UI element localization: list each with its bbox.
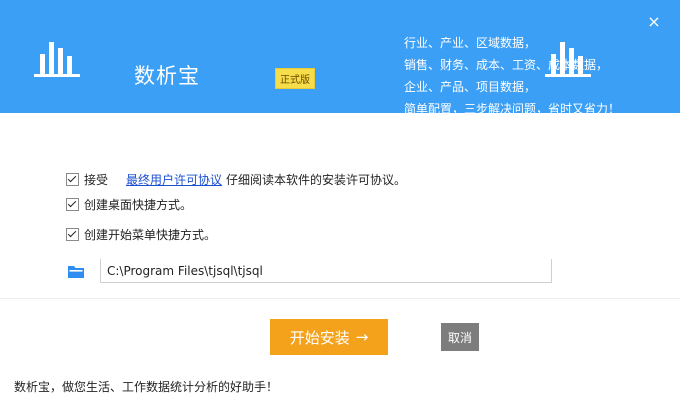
slogan-line: 简单配置，三步解决问题，省时又省力！ [404, 102, 621, 113]
desktop-shortcut-checkbox[interactable] [66, 198, 79, 211]
footer-tagline: 数析宝，做您生活、工作数据统计分析的好助手！ [14, 380, 279, 394]
arrow-right-icon: → [355, 328, 369, 346]
start-install-button[interactable]: 开始安装 → [270, 319, 388, 355]
slogan-line: 企业、产品、项目数据， [404, 80, 537, 94]
installer-body: 接受 最终用户许可协议 仔细阅读本软件的安装许可协议。 创建桌面快捷方式。 创建… [0, 113, 680, 406]
desktop-shortcut-label: 创建桌面快捷方式。 [84, 198, 193, 212]
desktop-shortcut-option[interactable]: 创建桌面快捷方式。 [66, 196, 192, 213]
divider [0, 298, 680, 299]
accept-license-option[interactable]: 接受 最终用户许可协议 仔细阅读本软件的安装许可协议。 [66, 171, 406, 188]
accept-license-checkbox[interactable] [66, 173, 79, 186]
bar-chart-logo-icon [34, 42, 80, 77]
install-button-label: 开始安装 [289, 328, 350, 347]
license-agreement-link[interactable]: 最终用户许可协议 [126, 171, 222, 188]
edition-badge: 正式版 [275, 68, 315, 89]
install-path-input[interactable] [100, 259, 552, 283]
slogan-line: 行业、产业、区域数据， [404, 36, 537, 50]
app-name: 数析宝 [134, 64, 200, 88]
folder-icon[interactable] [68, 265, 84, 278]
installer-header: 数析宝 正式版 行业、产业、区域数据， 销售、财务、成本、工资、成本数据， 企业… [0, 0, 680, 113]
close-icon: × [647, 12, 661, 31]
close-button[interactable]: × [644, 12, 664, 32]
start-menu-shortcut-checkbox[interactable] [66, 228, 79, 241]
start-menu-shortcut-label: 创建开始菜单快捷方式。 [84, 228, 217, 242]
accept-suffix: 仔细阅读本软件的安装许可协议。 [226, 173, 407, 187]
start-menu-shortcut-option[interactable]: 创建开始菜单快捷方式。 [66, 226, 216, 243]
slogan: 行业、产业、区域数据， 销售、财务、成本、工资、成本数据， 企业、产品、项目数据… [404, 32, 620, 113]
accept-label: 接受 [84, 173, 109, 187]
cancel-button[interactable]: 取消 [441, 323, 479, 351]
slogan-line: 销售、财务、成本、工资、成本数据， [404, 58, 609, 72]
